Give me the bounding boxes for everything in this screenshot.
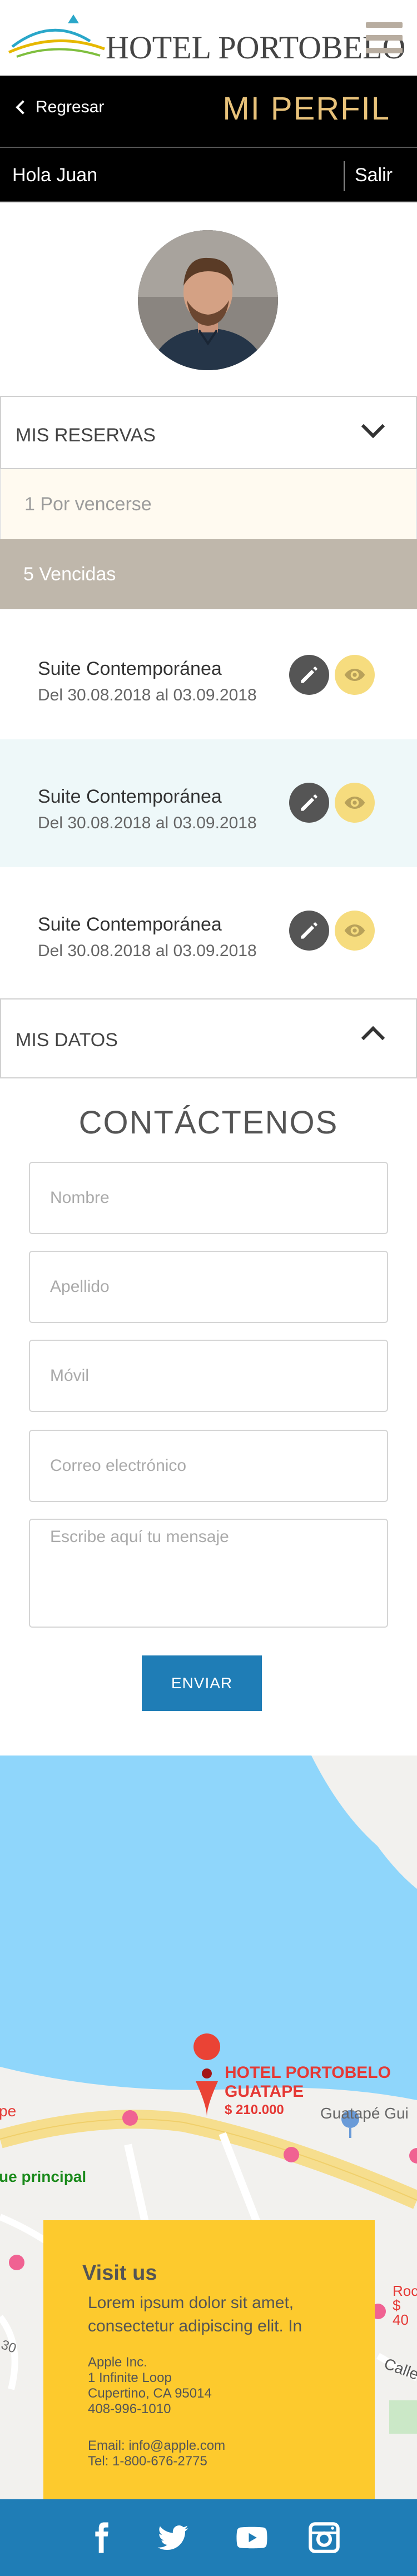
chevron-left-icon [16,100,30,115]
divider [344,161,345,191]
back-label: Regresar [36,98,105,116]
edit-reservation-button[interactable] [289,783,329,823]
reservation-dates: Del 30.08.2018 al 03.09.2018 [38,814,257,832]
contact-title: CONTÁCTENOS [78,1105,339,1141]
map-poi-price: $ 40 [393,2297,409,2328]
address-block: Apple Inc. 1 Infinite Loop Cupertino, CA… [88,2355,212,2417]
city: Cupertino, CA 95014 [88,2386,212,2401]
pencil-icon [301,667,317,683]
profile-bar: Regresar MI PERFIL [0,76,417,147]
pencil-icon [301,922,317,939]
location-map[interactable]: HOTEL PORTOBELO GUATAPE $ 210.000 Guatap… [0,1756,417,2499]
chevron-down-icon [361,414,385,439]
hotel-logo[interactable]: HOTEL PORTOBELO [7,12,405,66]
message-field[interactable] [29,1519,388,1628]
reservation-title: Suite Contemporánea [38,658,222,679]
map-marker-price: $ 210.000 [225,2102,284,2117]
my-data-label: MIS DATOS [16,1030,118,1051]
reservation-card: Suite Contemporánea Del 30.08.2018 al 03… [0,611,417,739]
youtube-icon[interactable] [234,2519,270,2556]
page-title: MI PERFIL [222,91,390,127]
facebook-icon[interactable] [82,2519,119,2556]
reservation-dates: Del 30.08.2018 al 03.09.2018 [38,942,257,960]
logo-mark-icon [8,14,105,58]
reservation-dates: Del 30.08.2018 al 03.09.2018 [38,686,257,704]
reservation-title: Suite Contemporánea [38,786,222,807]
email-field[interactable] [29,1430,388,1502]
reservation-title: Suite Contemporánea [38,914,222,935]
send-button[interactable]: ENVIAR [142,1655,262,1711]
eye-icon [344,797,365,809]
first-name-field[interactable] [29,1162,388,1234]
reservation-card: Suite Contemporánea Del 30.08.2018 al 03… [0,867,417,995]
map-fragment-label: pe [0,2102,17,2120]
instagram-icon[interactable] [306,2519,342,2556]
street: 1 Infinite Loop [88,2370,172,2385]
avatar [138,230,278,370]
phone: 408-996-1010 [88,2401,171,2416]
company-name: Apple Inc. [88,2355,147,2370]
mobile-field[interactable] [29,1340,388,1412]
map-poi-label: Roc $ 40 [393,2284,417,2327]
email-line: Email: info@apple.com [88,2438,226,2453]
map-road-label: ue principal [0,2168,87,2185]
edit-reservation-button[interactable] [289,655,329,695]
my-data-accordion-header[interactable]: MIS DATOS [0,998,417,1078]
last-name-field[interactable] [29,1251,388,1323]
map-poi-name: Roc [393,2282,417,2299]
pencil-icon [301,794,317,811]
user-greeting: Hola Juan [12,165,98,186]
map-place-label: Guatapé Gui [320,2105,409,2122]
visit-us-box: Visit us Lorem ipsum dolor sit amet, con… [43,2220,375,2499]
view-reservation-button[interactable] [335,911,375,951]
marker-name-line2: GUATAPE [225,2082,304,2101]
reservation-card: Suite Contemporánea Del 30.08.2018 al 03… [0,739,417,867]
filter-expired[interactable]: 5 Vencidas [0,539,417,609]
footer [0,2499,417,2576]
view-reservation-button[interactable] [335,783,375,823]
contact-block: Email: info@apple.com Tel: 1-800-676-277… [88,2438,225,2469]
twitter-icon[interactable] [155,2519,191,2556]
chevron-up-icon [361,1026,385,1050]
reservations-accordion-header[interactable]: MIS RESERVAS [0,396,417,469]
top-header: HOTEL PORTOBELO [0,0,417,76]
logout-button[interactable]: Salir [355,165,393,186]
filter-expiring[interactable]: 1 Por vencerse [0,469,417,539]
eye-icon [344,924,365,937]
eye-icon [344,669,365,681]
marker-name-line1: HOTEL PORTOBELO [225,2063,391,2082]
view-reservation-button[interactable] [335,655,375,695]
reservations-label: MIS RESERVAS [16,425,156,446]
visit-us-lead: Lorem ipsum dolor sit amet, consectetur … [88,2294,302,2335]
visit-us-heading: Visit us [82,2261,157,2285]
filter-expired-label: 5 Vencidas [23,564,116,585]
hamburger-icon[interactable] [366,22,403,53]
map-marker-label: HOTEL PORTOBELO GUATAPE [225,2063,391,2101]
edit-reservation-button[interactable] [289,911,329,951]
user-bar: Hola Juan Salir [0,147,417,202]
user-photo [138,230,278,370]
filter-expiring-label: 1 Por vencerse [24,494,152,515]
back-link[interactable]: Regresar [16,98,105,117]
tel-line: Tel: 1-800-676-2775 [88,2454,207,2469]
logo-text: HOTEL PORTOBELO [106,29,406,66]
